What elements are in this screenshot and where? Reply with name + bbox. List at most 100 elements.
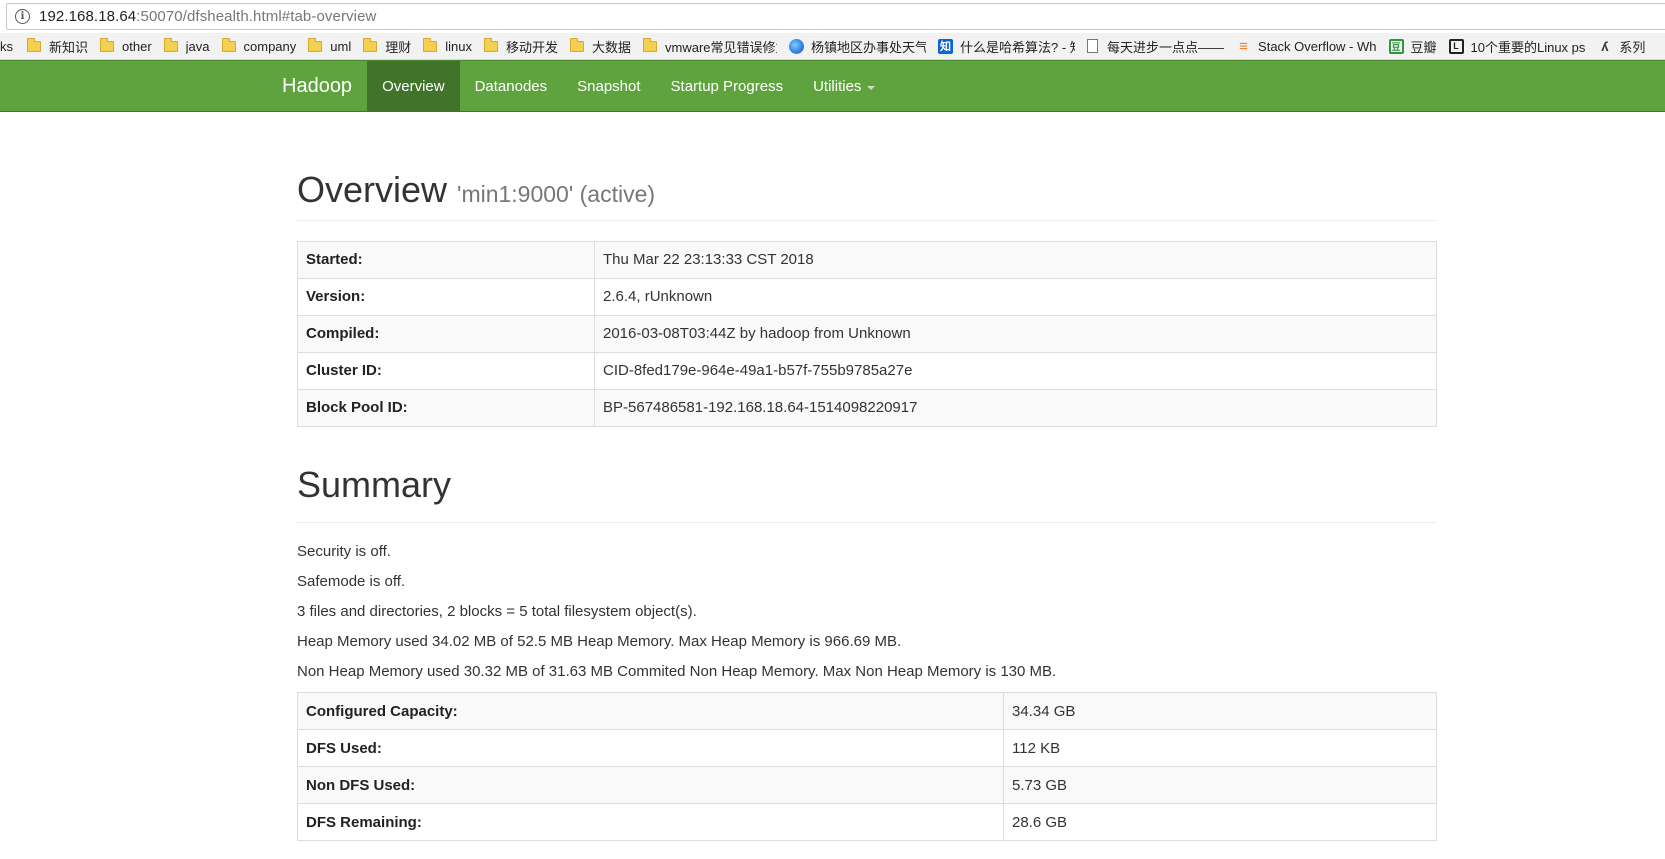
bookmark-item[interactable]: L 10个重要的Linux ps	[1448, 33, 1586, 59]
nav-startup-progress[interactable]: Startup Progress	[656, 61, 799, 112]
folder-icon	[27, 37, 41, 52]
bookmark-item[interactable]: 知什么是哈希算法? - 知	[938, 33, 1076, 59]
bookmarks-bar: ks 新知识 other java company uml 理财 linux 移…	[0, 33, 1665, 60]
series-icon: ʎ	[1601, 38, 1609, 54]
filesystem-objects: 3 files and directories, 2 blocks = 5 to…	[297, 603, 697, 621]
row-value: 28.6 GB	[1003, 803, 1437, 842]
top-navbar: Hadoop Overview Datanodes Snapshot Start…	[0, 60, 1665, 112]
row-key: Configured Capacity:	[297, 692, 1004, 731]
table-row: DFS Used: 112 KB	[297, 729, 1437, 768]
row-value: BP-567486581-192.168.18.64-1514098220917	[594, 388, 1437, 427]
nav-menu: Hadoop Overview Datanodes Snapshot Start…	[282, 61, 890, 112]
row-key: Started:	[297, 240, 595, 279]
folder-icon	[163, 37, 178, 52]
bookmark-item[interactable]: ks	[0, 33, 13, 59]
table-row: Block Pool ID: BP-567486581-192.168.18.64…	[297, 388, 1437, 427]
row-key: Block Pool ID:	[297, 388, 595, 427]
row-value: CID-8fed179e-964e-49a1-b57f-755b9785a27e	[594, 351, 1437, 390]
bookmark-item[interactable]: ʎ 系列	[1597, 33, 1646, 59]
namenode-subtitle: 'min1:9000' (active)	[457, 181, 656, 207]
bookmark-item[interactable]: java	[163, 33, 210, 59]
bookmark-item[interactable]: 新知识	[27, 33, 88, 59]
caret-down-icon	[867, 85, 876, 90]
bookmark-item[interactable]: company	[221, 33, 296, 59]
folder-icon	[363, 37, 378, 52]
row-value: Thu Mar 22 23:13:33 CST 2018	[594, 240, 1437, 279]
bookmark-item[interactable]: other	[100, 33, 152, 59]
bookmark-label: 系列	[1619, 39, 1646, 55]
row-value: 2.6.4, rUnknown	[594, 277, 1437, 316]
safemode-status: Safemode is off.	[297, 573, 406, 591]
main-content: Overview 'min1:9000' (active) Started: Th…	[297, 112, 1437, 842]
bookmark-item[interactable]: 移动开发	[483, 33, 558, 59]
row-value: 2016-03-08T03:44Z by hadoop from Unknown	[594, 314, 1437, 353]
summary-title: Summary	[297, 463, 452, 505]
folder-icon	[570, 37, 584, 52]
bookmark-item[interactable]: uml	[308, 33, 352, 59]
bookmark-label: 杨镇地区办事处天气	[811, 39, 927, 55]
security-status: Security is off.	[297, 543, 391, 561]
folder-icon	[308, 37, 323, 52]
url-text[interactable]: 192.168.18.64:50070/dfshealth.html#tab-o…	[39, 8, 376, 25]
folder-icon	[483, 37, 498, 52]
bookmark-label: 每天进步一点点——	[1107, 39, 1225, 55]
bookmark-label: ks	[0, 38, 13, 54]
overview-title: Overview	[297, 169, 448, 210]
row-key: Compiled:	[297, 314, 595, 353]
bookmark-label: vmware常见错误修复	[665, 39, 778, 55]
heap-memory: Heap Memory used 34.02 MB of 52.5 MB Hea…	[297, 633, 902, 651]
address-bar: i 192.168.18.64:50070/dfshealth.html#tab…	[0, 0, 1665, 33]
table-row: Configured Capacity: 34.34 GB	[297, 692, 1437, 731]
bookmark-label: uml	[330, 38, 352, 54]
summary-header: Summary	[297, 427, 1437, 524]
bookmark-item[interactable]: ≡ Stack Overflow - Wh	[1236, 33, 1377, 59]
bookmark-item[interactable]: 杨镇地区办事处天气	[789, 33, 927, 59]
table-row: Started: Thu Mar 22 23:13:33 CST 2018	[297, 240, 1437, 279]
folder-icon	[643, 37, 658, 52]
bookmark-item[interactable]: 每天进步一点点——	[1087, 33, 1225, 59]
bookmark-label: linux	[445, 38, 472, 54]
url-path: :50070/dfshealth.html#tab-overview	[136, 8, 377, 25]
brand-link[interactable]: Hadoop	[267, 61, 367, 112]
page-icon	[1087, 39, 1099, 53]
row-key: Version:	[297, 277, 595, 316]
bookmark-item[interactable]: 豆豆瓣	[1388, 33, 1437, 59]
row-key: Cluster ID:	[297, 351, 595, 390]
douban-icon: 豆	[1388, 38, 1404, 54]
row-value: 5.73 GB	[1003, 766, 1437, 805]
non-heap-memory: Non Heap Memory used 30.32 MB of 31.63 M…	[297, 663, 1057, 681]
bookmark-label: 10个重要的Linux ps	[1470, 39, 1586, 55]
bookmark-label: Stack Overflow - Wh	[1258, 38, 1377, 54]
nav-overview[interactable]: Overview	[367, 61, 460, 112]
globe-icon	[789, 38, 805, 54]
row-value: 112 KB	[1003, 729, 1437, 768]
nav-datanodes[interactable]: Datanodes	[460, 61, 563, 112]
folder-icon	[221, 37, 236, 52]
page-title: Overview 'min1:9000' (active)	[297, 170, 1437, 210]
folder-icon	[100, 37, 115, 52]
bookmark-label: 理财	[385, 39, 412, 55]
table-row: Compiled: 2016-03-08T03:44Z by hadoop fro…	[297, 314, 1437, 353]
row-key: Non DFS Used:	[297, 766, 1004, 805]
zhihu-icon: 知	[938, 38, 954, 54]
bookmark-label: 大数据	[592, 39, 632, 55]
table-row: Version: 2.6.4, rUnknown	[297, 277, 1437, 316]
bookmark-item[interactable]: vmware常见错误修复	[643, 33, 778, 59]
bookmark-label: 什么是哈希算法? - 知	[960, 39, 1076, 55]
overview-table: Started: Thu Mar 22 23:13:33 CST 2018 Ver…	[297, 240, 1437, 427]
url-field[interactable]: i 192.168.18.64:50070/dfshealth.html#tab…	[6, 3, 1665, 30]
nav-snapshot[interactable]: Snapshot	[562, 61, 655, 112]
table-row: DFS Remaining: 28.6 GB	[297, 803, 1437, 842]
nav-utilities-dropdown[interactable]: Utilities	[798, 61, 890, 112]
capacity-table: Configured Capacity: 34.34 GB DFS Used: 11…	[297, 692, 1437, 842]
info-icon[interactable]: i	[15, 9, 30, 24]
stackoverflow-icon: ≡	[1239, 37, 1248, 55]
nav-utilities-label: Utilities	[813, 78, 862, 95]
row-value: 34.34 GB	[1003, 692, 1437, 731]
bookmark-label: other	[122, 38, 152, 54]
bookmark-item[interactable]: linux	[423, 33, 472, 59]
bookmark-item[interactable]: 理财	[363, 33, 412, 59]
table-row: Non DFS Used: 5.73 GB	[297, 766, 1437, 805]
bookmark-item[interactable]: 大数据	[570, 33, 632, 59]
bookmark-label: 移动开发	[505, 39, 558, 55]
